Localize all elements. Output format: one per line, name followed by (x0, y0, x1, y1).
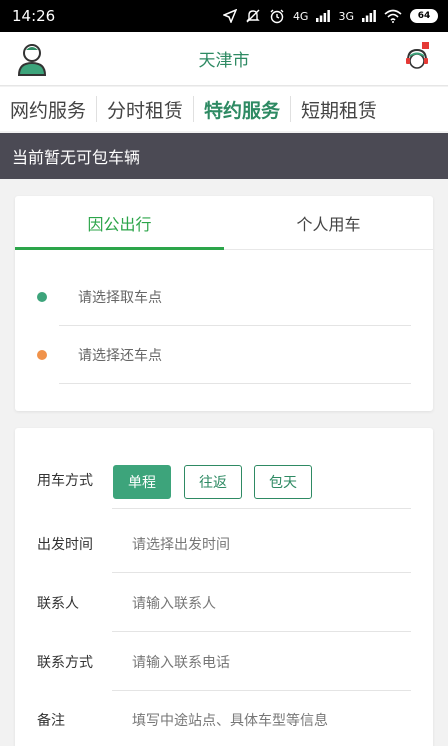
note-row[interactable]: 备注 填写中途站点、具体车型等信息 (15, 691, 433, 746)
tab-ride-hailing[interactable]: 网约服务 (0, 96, 96, 123)
trip-mode-label: 用车方式 (37, 473, 93, 489)
tab-special-service[interactable]: 特约服务 (194, 96, 290, 123)
status-time: 14:26 (12, 7, 56, 25)
divider (59, 383, 411, 384)
tab-short-term-rental[interactable]: 短期租赁 (291, 96, 387, 123)
network-type-1: 4G (292, 9, 309, 23)
pickup-location-field[interactable]: 请选择取车点 (78, 287, 162, 307)
battery-icon: 64 (410, 9, 438, 23)
customer-service-icon[interactable] (402, 42, 432, 76)
trip-type-tabs: 因公出行 个人用车 (15, 196, 433, 250)
phone-input[interactable]: 请输入联系电话 (132, 652, 230, 672)
depart-time-field[interactable]: 请选择出发时间 (132, 534, 230, 554)
signal-icon (362, 10, 376, 22)
user-avatar-icon[interactable] (16, 42, 48, 76)
mute-icon (246, 9, 260, 23)
pickup-dot-icon (37, 292, 47, 302)
phone-row[interactable]: 联系方式 请输入联系电话 (15, 633, 433, 691)
active-tab-indicator (15, 247, 224, 250)
return-location-row[interactable]: 请选择还车点 (15, 326, 433, 384)
location-arrow-icon (222, 9, 237, 23)
contact-input[interactable]: 请输入联系人 (132, 593, 216, 613)
note-input[interactable]: 填写中途站点、具体车型等信息 (132, 710, 328, 730)
divider (112, 631, 411, 632)
tab-business-trip[interactable]: 因公出行 (15, 196, 224, 249)
service-tabs: 网约服务 分时租赁 特约服务 短期租赁 (0, 87, 448, 131)
signal-icon (316, 10, 331, 22)
tab-time-share-rental[interactable]: 分时租赁 (97, 96, 193, 123)
availability-banner: 当前暂无可包车辆 (0, 133, 448, 179)
note-label: 备注 (37, 713, 65, 729)
divider (112, 572, 411, 573)
status-icons: 4G 3G 64 (222, 8, 438, 24)
contact-row[interactable]: 联系人 请输入联系人 (15, 574, 433, 632)
return-dot-icon (37, 350, 47, 360)
phone-label: 联系方式 (37, 655, 93, 671)
city-selector[interactable]: 天津市 (199, 46, 250, 71)
trip-card: 因公出行 个人用车 请选择取车点 请选择还车点 (15, 196, 433, 411)
wifi-icon (384, 9, 402, 23)
return-location-field[interactable]: 请选择还车点 (78, 345, 162, 365)
full-day-button[interactable]: 包天 (254, 465, 312, 499)
one-way-button[interactable]: 单程 (113, 465, 171, 499)
trip-mode-row: 用车方式 单程 往返 包天 (15, 451, 433, 509)
network-type-2: 3G (338, 9, 354, 23)
banner-text: 当前暂无可包车辆 (12, 148, 141, 167)
depart-time-label: 出发时间 (37, 537, 93, 553)
depart-time-row[interactable]: 出发时间 请选择出发时间 (15, 515, 433, 573)
divider (112, 508, 411, 509)
contact-label: 联系人 (37, 596, 79, 612)
pickup-location-row[interactable]: 请选择取车点 (15, 268, 433, 326)
booking-form-card: 用车方式 单程 往返 包天 出发时间 请选择出发时间 联系人 请输入联系人 联系… (15, 428, 433, 746)
status-bar: 14:26 4G 3G 64 (0, 0, 448, 32)
round-trip-button[interactable]: 往返 (184, 465, 242, 499)
alarm-icon (270, 9, 284, 24)
tab-personal-use[interactable]: 个人用车 (224, 196, 433, 249)
top-bar: 天津市 (0, 32, 448, 86)
